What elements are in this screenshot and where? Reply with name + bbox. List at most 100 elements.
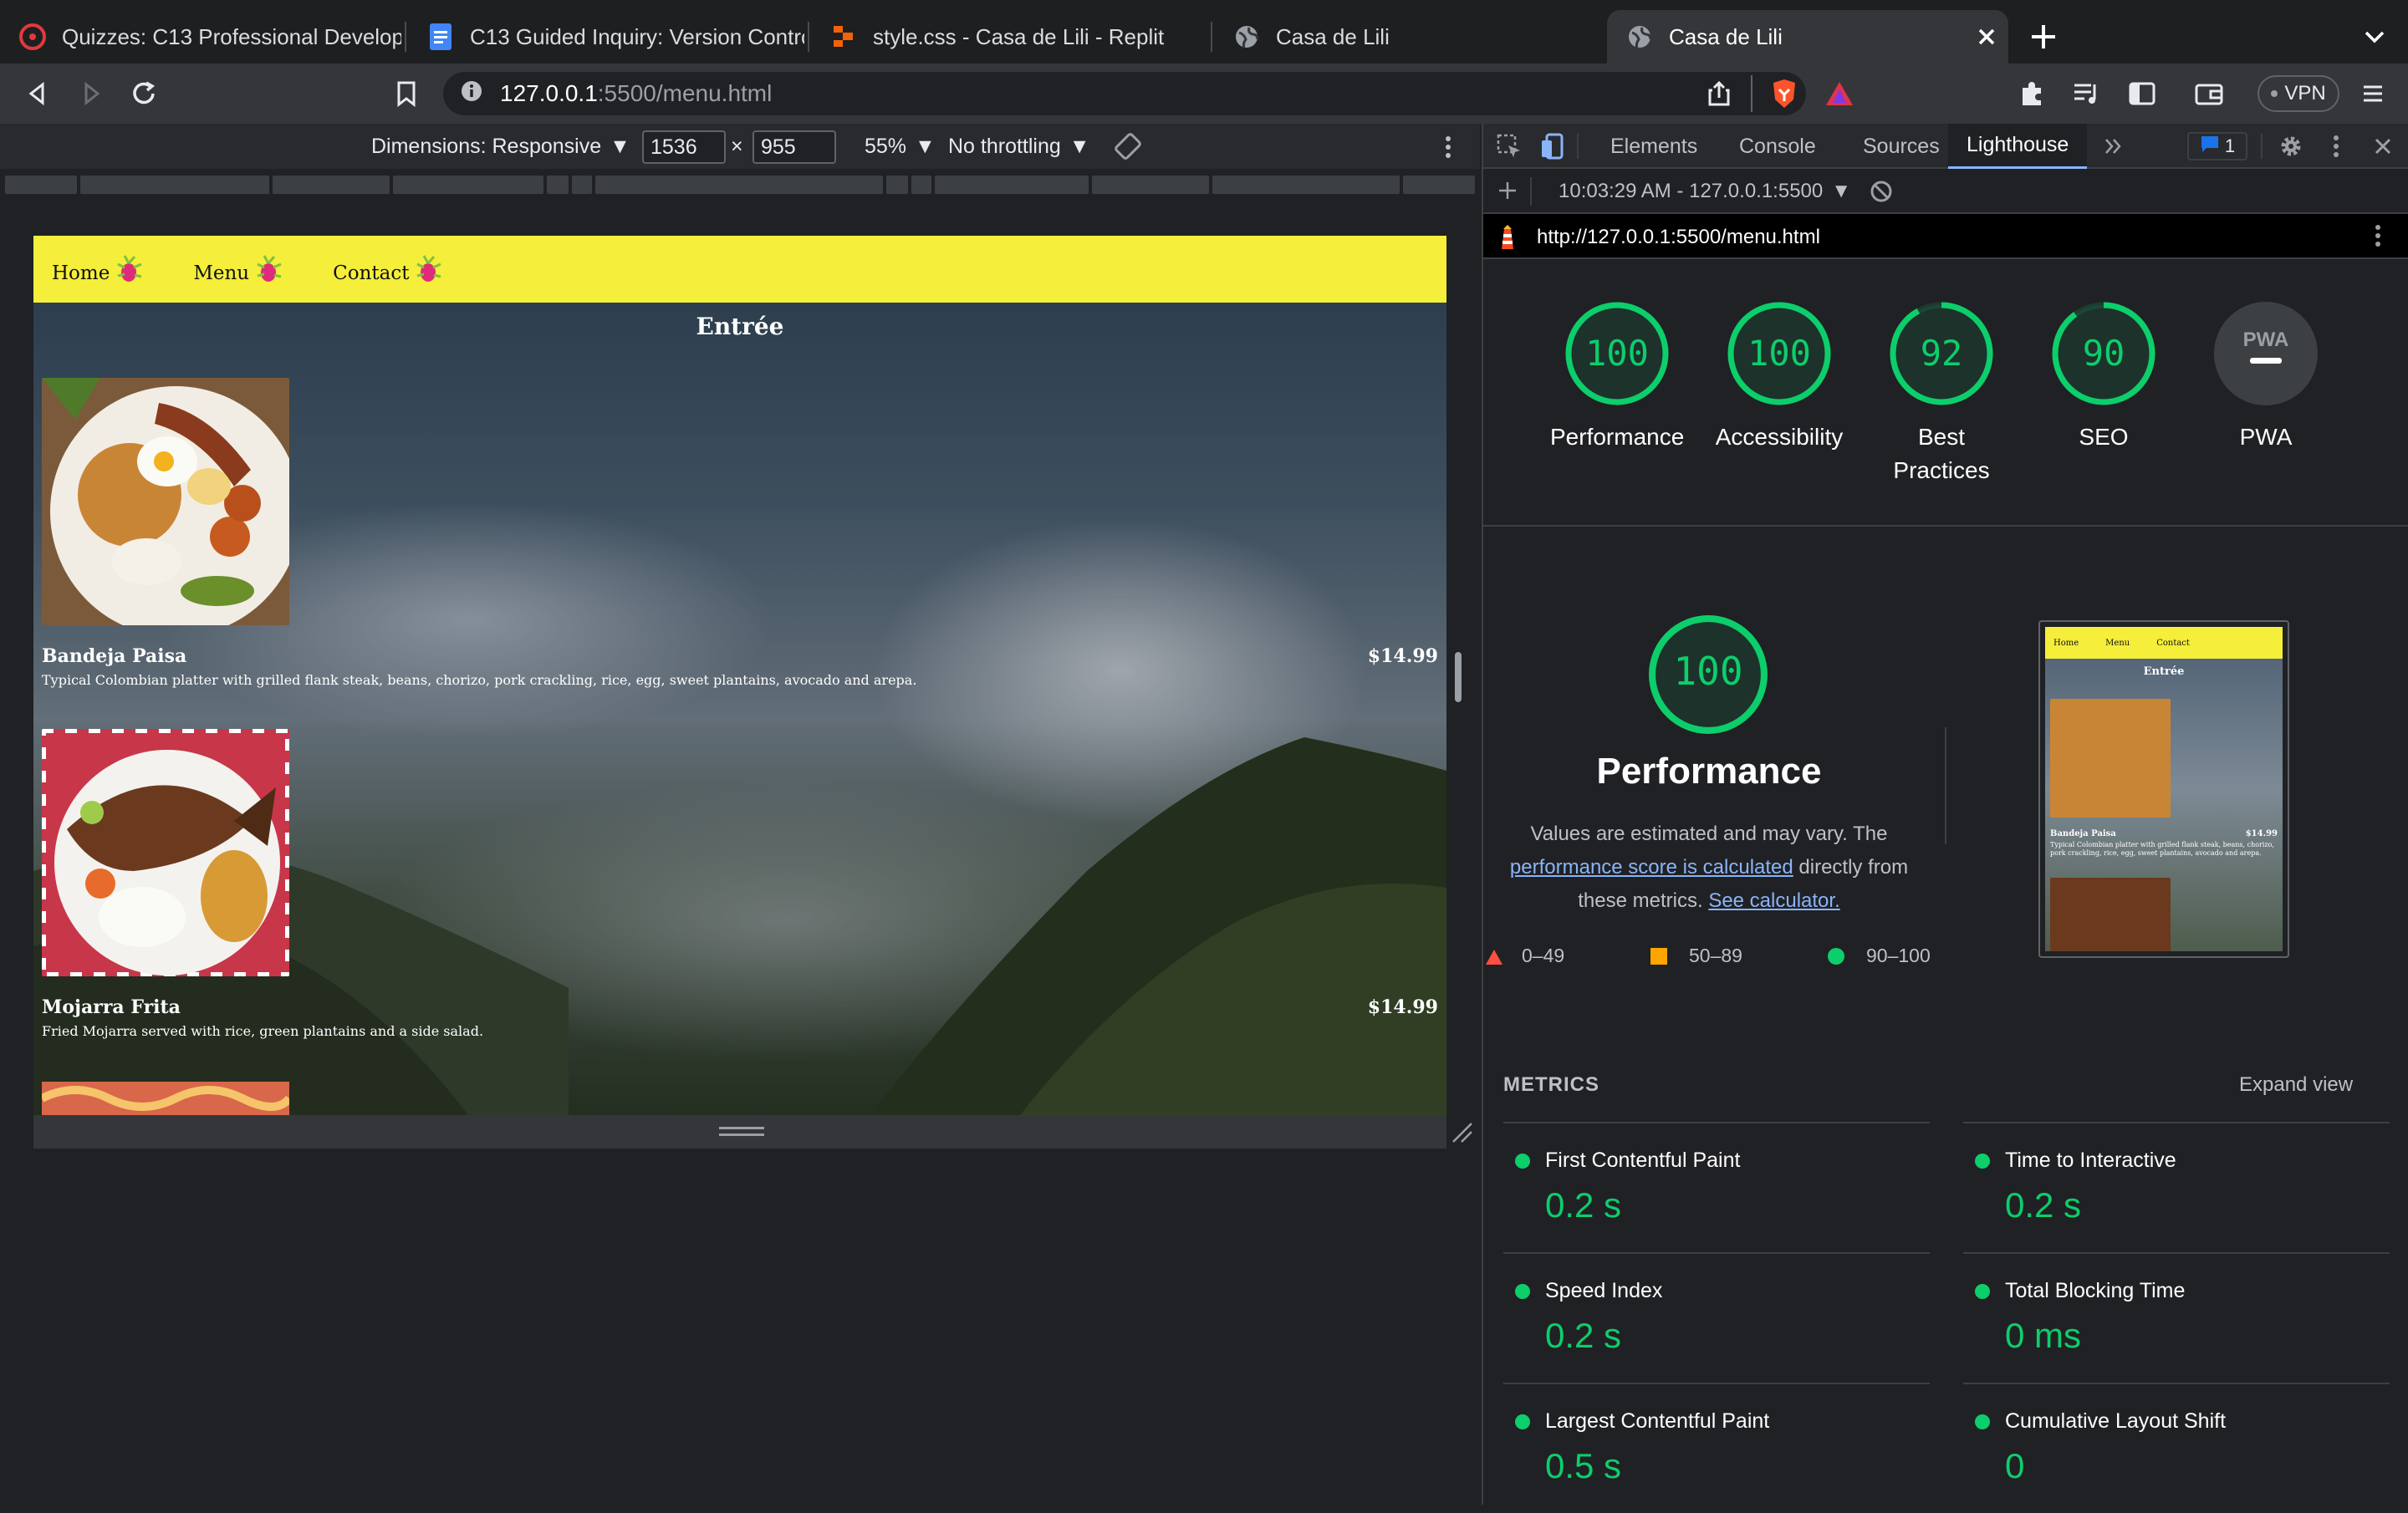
bottom-resize-handle[interactable] [719, 1127, 764, 1129]
media-query-segment[interactable] [572, 176, 592, 194]
throttling-dropdown[interactable]: No throttling ▼ [948, 135, 1090, 159]
thumb-nav-menu: Menu [2105, 638, 2130, 648]
nav-contact[interactable]: Contact [333, 254, 444, 284]
score-calculated-link[interactable]: performance score is calculated [1510, 856, 1793, 879]
height-input[interactable]: 955 [752, 130, 836, 164]
reload-icon[interactable] [127, 77, 161, 110]
corner-resize-icon[interactable] [1451, 1122, 1473, 1144]
gauge-label: PWA [2239, 424, 2293, 450]
tab-separator [405, 22, 406, 52]
gauge-best-practices[interactable]: 92 Best Practices [1875, 299, 2008, 487]
media-query-segment[interactable] [886, 176, 908, 194]
legend-average: 50–89 [1689, 945, 1742, 966]
thumb-dish-photo [2050, 699, 2171, 818]
browser-tab-bar: Quizzes: C13 Professional Development C1… [0, 0, 2408, 64]
thumb-dish-name: Bandeja Paisa [2050, 829, 2116, 838]
more-vertical-icon[interactable] [2328, 133, 2344, 166]
expand-view-button[interactable]: Expand view [2239, 1073, 2353, 1097]
issues-button[interactable]: 1 [2187, 132, 2247, 160]
media-query-segment[interactable] [547, 176, 569, 194]
report-selector[interactable]: 10:03:29 AM - 127.0.0.1:5500 ▼ [1559, 180, 1851, 203]
metric-value: 0.2 s [1545, 1185, 1622, 1225]
gauge-seo[interactable]: 90 SEO [2037, 299, 2171, 454]
viewport-resize-handle[interactable] [1455, 652, 1462, 702]
replit-icon [829, 23, 858, 51]
back-icon[interactable] [20, 77, 54, 110]
hamburger-menu-icon[interactable] [2356, 77, 2390, 110]
media-query-segment[interactable] [1092, 176, 1209, 194]
media-query-bar[interactable] [0, 169, 1480, 202]
forward-icon[interactable] [75, 77, 109, 110]
thumb-desc: Typical Colombian platter with grilled f… [2050, 841, 2275, 857]
info-icon[interactable] [460, 79, 483, 109]
metric-largest-contentful-paint: Largest Contentful Paint 0.5 s [1503, 1383, 1930, 1513]
media-query-segment[interactable] [80, 176, 269, 194]
emulated-viewport[interactable]: Home Menu Contact Entrée Bandeja Paisa T… [33, 236, 1446, 1115]
tab-console[interactable]: Console [1721, 124, 1834, 169]
more-vertical-icon[interactable] [1440, 134, 1457, 160]
close-devtools-icon[interactable] [2371, 135, 2395, 164]
note-text: directly from [1798, 856, 1909, 879]
new-report-icon[interactable] [1497, 180, 1518, 207]
score-gauges: 100 Performance 100 Accessibility 92 Best Pra… [1483, 299, 2408, 492]
sidebar-icon[interactable] [2125, 77, 2159, 110]
media-query-segment[interactable] [911, 176, 931, 194]
media-query-segment[interactable] [1403, 176, 1475, 194]
lighthouse-logo-icon [1497, 224, 1518, 257]
extensions-icon[interactable] [2015, 77, 2048, 110]
tab-casa-de-lili[interactable]: Casa de Lili [1214, 10, 1602, 64]
rotate-icon[interactable] [1114, 132, 1142, 160]
final-screenshot-thumbnail[interactable]: Home Menu Contact Entrée Bandeja Paisa $… [2038, 620, 2289, 958]
media-query-segment[interactable] [595, 176, 883, 194]
tab-elements[interactable]: Elements [1592, 124, 1716, 169]
performance-title: Performance [1596, 751, 1822, 792]
more-vertical-icon[interactable] [2370, 222, 2386, 255]
share-icon[interactable] [1702, 77, 1736, 110]
clear-reports-icon[interactable] [1870, 180, 1893, 209]
nav-menu[interactable]: Menu [193, 254, 284, 284]
address-bar[interactable]: 127.0.0.1:5500/menu.html [443, 72, 1806, 115]
tab-title: Casa de Lili [1276, 23, 1390, 49]
device-toggle-icon[interactable] [1538, 132, 1567, 160]
media-query-segment[interactable] [393, 176, 543, 194]
new-tab-icon[interactable] [2027, 20, 2060, 53]
see-calculator-link[interactable]: See calculator. [1708, 889, 1839, 912]
brave-shields-icon[interactable] [1768, 77, 1801, 110]
tab-title: Casa de Lili [1669, 23, 1783, 49]
tab-replit[interactable]: style.css - Casa de Lili - Replit [811, 10, 1207, 64]
issues-count: 1 [2224, 135, 2236, 156]
close-tab-icon[interactable] [1972, 22, 2002, 52]
report-url[interactable]: http://127.0.0.1:5500/menu.html [1537, 226, 1820, 249]
next-dish-photo [42, 1082, 289, 1115]
gauge-performance[interactable]: 100 Performance [1550, 299, 1684, 454]
media-query-segment[interactable] [273, 176, 390, 194]
gauge-label: Performance [1550, 424, 1685, 450]
width-input[interactable]: 1536 [642, 130, 726, 164]
media-query-segment[interactable] [5, 176, 77, 194]
tab-quizzes[interactable]: Quizzes: C13 Professional Development [0, 10, 401, 64]
chevron-down-icon[interactable] [2360, 22, 2390, 52]
globe-icon [1625, 23, 1654, 51]
media-queue-icon[interactable] [2070, 77, 2104, 110]
average-square-icon [1650, 948, 1667, 965]
nav-home[interactable]: Home [52, 254, 145, 284]
lighthouse-report-toolbar: 10:03:29 AM - 127.0.0.1:5500 ▼ [1483, 169, 2408, 214]
zoom-dropdown[interactable]: 55% ▼ [865, 135, 936, 159]
media-query-segment[interactable] [935, 176, 1089, 194]
tab-guided-inquiry[interactable]: C13 Guided Inquiry: Version Control [408, 10, 804, 64]
tab-sources[interactable]: Sources [1844, 124, 1958, 169]
inspect-element-icon[interactable] [1495, 132, 1523, 160]
bookmark-icon[interactable] [390, 77, 423, 110]
more-tabs-icon[interactable] [2102, 135, 2124, 163]
gauge-accessibility[interactable]: 100 Accessibility [1712, 299, 1846, 454]
wallet-icon[interactable] [2192, 77, 2226, 110]
media-query-segment[interactable] [1212, 176, 1400, 194]
dimensions-dropdown[interactable]: Dimensions: Responsive ▼ [371, 135, 630, 159]
tab-casa-de-lili-active[interactable]: Casa de Lili [1607, 10, 2008, 64]
metric-time-to-interactive: Time to Interactive 0.2 s [1963, 1122, 2390, 1252]
tab-lighthouse[interactable]: Lighthouse [1948, 124, 2088, 169]
settings-gear-icon[interactable] [2278, 133, 2304, 166]
brave-rewards-icon[interactable] [1823, 77, 1856, 110]
vpn-button[interactable]: VPN [2258, 75, 2339, 112]
gauge-pwa[interactable]: PWA PWA [2199, 299, 2333, 454]
